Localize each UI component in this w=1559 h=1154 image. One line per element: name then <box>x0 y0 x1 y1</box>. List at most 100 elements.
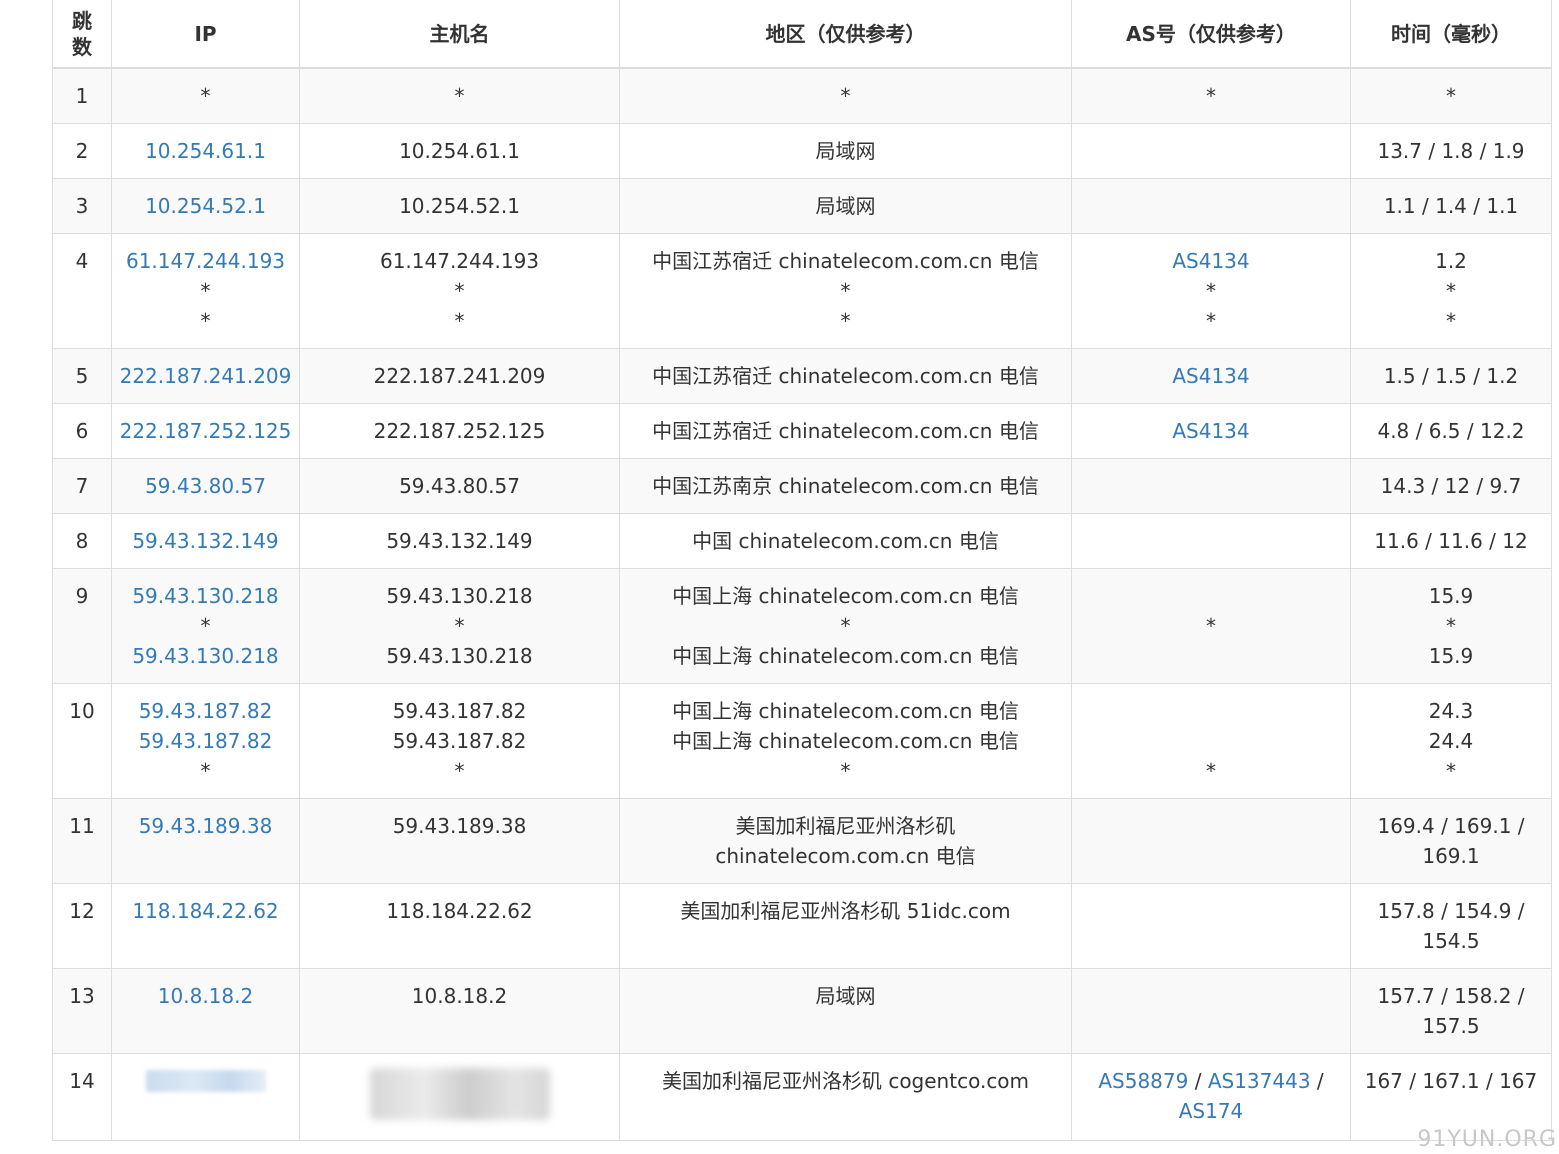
time-cell: 169.4 / 169.1 / 169.1 <box>1350 798 1552 884</box>
hostname-text: 10.254.61.1 <box>399 139 520 163</box>
region-cell: 中国江苏宿迁 chinatelecom.com.cn 电信 * * <box>619 233 1072 349</box>
header-hop: 跳数 <box>52 0 112 69</box>
as-link[interactable]: AS4134 <box>1076 246 1346 276</box>
hop-cell: 9 <box>52 568 112 684</box>
table-row: 10 59.43.187.82 59.43.187.82 * 59.43.187.82 5… <box>52 683 1552 799</box>
hop-number: 14 <box>69 1069 95 1093</box>
hostname-text: 222.187.241.209 <box>373 364 546 388</box>
hop-cell: 5 <box>52 348 112 404</box>
hop-cell: 3 <box>52 178 112 234</box>
as-line: AS58879 / AS137443 / <box>1076 1066 1346 1096</box>
hostname-text: 59.43.130.218 <box>386 584 533 608</box>
as-link[interactable]: AS4134 <box>1076 416 1346 446</box>
ip-cell: 10.8.18.2 <box>111 968 300 1054</box>
timeout-marker: * <box>840 759 851 783</box>
latency-text: 15.9 <box>1428 644 1474 668</box>
ip-cell: 61.147.244.193 * * <box>111 233 300 349</box>
ip-cell: 59.43.130.218 * 59.43.130.218 <box>111 568 300 684</box>
region-cell: 局域网 <box>619 123 1072 179</box>
ip-link[interactable]: 61.147.244.193 <box>116 246 295 276</box>
hop-number: 8 <box>75 529 89 553</box>
ip-link[interactable]: 59.43.187.82 <box>116 696 295 726</box>
hostname-text: 59.43.80.57 <box>399 474 520 498</box>
hostname-text: 222.187.252.125 <box>373 419 546 443</box>
region-text: 中国上海 chinatelecom.com.cn 电信 <box>672 644 1019 668</box>
ip-link[interactable]: 59.43.80.57 <box>116 471 295 501</box>
region-cell: 中国 chinatelecom.com.cn 电信 <box>619 513 1072 569</box>
header-region: 地区（仅供参考） <box>619 0 1072 69</box>
ip-cell: 118.184.22.62 <box>111 883 300 969</box>
region-text: 中国 chinatelecom.com.cn 电信 <box>692 529 999 553</box>
ip-link[interactable]: 10.8.18.2 <box>116 981 295 1011</box>
hostname-text: 10.8.18.2 <box>411 984 508 1008</box>
latency-text: 4.8 / 6.5 / 12.2 <box>1377 419 1525 443</box>
timeout-marker: * <box>1206 84 1216 108</box>
as-number-cell <box>1071 123 1351 179</box>
ip-link[interactable]: 59.43.130.218 <box>116 641 295 671</box>
time-cell: 157.7 / 158.2 / 157.5 <box>1350 968 1552 1054</box>
region-text: 中国江苏南京 chinatelecom.com.cn 电信 <box>652 474 1039 498</box>
hop-number: 11 <box>69 814 95 838</box>
hop-cell: 10 <box>52 683 112 799</box>
hop-cell: 14 <box>52 1053 112 1141</box>
hostname-cell: 10.254.52.1 <box>299 178 620 234</box>
time-cell: 1.5 / 1.5 / 1.2 <box>1350 348 1552 404</box>
ip-link[interactable]: 222.187.241.209 <box>116 361 295 391</box>
as-link[interactable]: AS174 <box>1179 1099 1244 1123</box>
header-time: 时间（毫秒） <box>1350 0 1552 69</box>
ip-link[interactable]: 222.187.252.125 <box>116 416 295 446</box>
ip-cell: 10.254.52.1 <box>111 178 300 234</box>
ip-link[interactable]: 59.43.189.38 <box>116 811 295 841</box>
hostname-text: 59.43.132.149 <box>386 529 533 553</box>
hop-number: 9 <box>75 584 89 608</box>
as-link[interactable]: AS137443 <box>1208 1069 1311 1093</box>
hop-number: 4 <box>75 249 89 273</box>
region-cell: 局域网 <box>619 968 1072 1054</box>
region-text: 局域网 <box>815 139 876 163</box>
traceroute-table: 跳数 IP 主机名 地区（仅供参考） AS号（仅供参考） 时间（毫秒） 1 * * *… <box>52 0 1552 1141</box>
latency-text: 15.9 <box>1428 584 1474 608</box>
hop-number: 7 <box>75 474 89 498</box>
as-number-cell: * <box>1071 67 1351 124</box>
ip-link[interactable]: 118.184.22.62 <box>116 896 295 926</box>
hop-number: 1 <box>75 84 89 108</box>
hostname-cell: 10.254.61.1 <box>299 123 620 179</box>
hostname-cell: 59.43.187.82 59.43.187.82 * <box>299 683 620 799</box>
timeout-marker: * <box>454 279 465 303</box>
timeout-marker: * <box>1446 759 1456 783</box>
region-text: 局域网 <box>815 194 876 218</box>
region-cell: 中国上海 chinatelecom.com.cn 电信 中国上海 chinatel… <box>619 683 1072 799</box>
ip-link[interactable]: 59.43.132.149 <box>116 526 295 556</box>
hostname-cell: 118.184.22.62 <box>299 883 620 969</box>
header-hostname: 主机名 <box>299 0 620 69</box>
hostname-cell: 59.43.189.38 <box>299 798 620 884</box>
timeout-marker: * <box>200 614 211 638</box>
region-cell: 美国加利福尼亚州洛杉矶 51idc.com <box>619 883 1072 969</box>
latency-text: 14.3 / 12 / 9.7 <box>1380 474 1522 498</box>
timeout-marker: * <box>1446 279 1456 303</box>
table-row: 4 61.147.244.193 * * 61.147.244.193 * * 中国江苏宿迁 … <box>52 233 1552 349</box>
timeout-marker: * <box>200 759 211 783</box>
header-ip: IP <box>111 0 300 69</box>
as-link[interactable]: AS58879 <box>1098 1069 1188 1093</box>
ip-link[interactable]: 59.43.187.82 <box>116 726 295 756</box>
as-number-cell <box>1071 968 1351 1054</box>
empty-line <box>1076 581 1346 611</box>
latency-text: 1.5 / 1.5 / 1.2 <box>1383 364 1519 388</box>
hop-cell: 12 <box>52 883 112 969</box>
as-link[interactable]: AS4134 <box>1076 361 1346 391</box>
as-number-cell <box>1071 798 1351 884</box>
ip-link[interactable]: 10.254.52.1 <box>116 191 295 221</box>
ip-link[interactable]: 10.254.61.1 <box>116 136 295 166</box>
timeout-marker: * <box>454 309 465 333</box>
region-cell: 美国加利福尼亚州洛杉矶 cogentco.com <box>619 1053 1072 1141</box>
timeout-marker: * <box>1206 614 1216 638</box>
region-cell: 局域网 <box>619 178 1072 234</box>
hop-cell: 11 <box>52 798 112 884</box>
time-cell: 14.3 / 12 / 9.7 <box>1350 458 1552 514</box>
ip-cell: 222.187.252.125 <box>111 403 300 459</box>
hostname-cell: 10.8.18.2 <box>299 968 620 1054</box>
ip-link[interactable]: 59.43.130.218 <box>116 581 295 611</box>
hop-cell: 7 <box>52 458 112 514</box>
hostname-text: 59.43.130.218 <box>386 644 533 668</box>
